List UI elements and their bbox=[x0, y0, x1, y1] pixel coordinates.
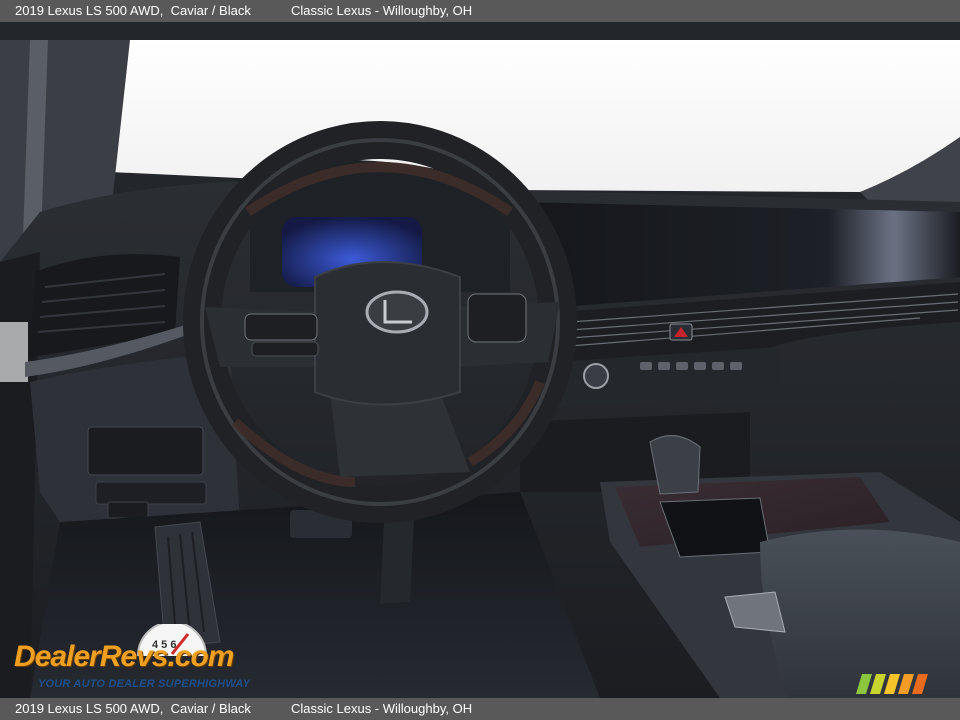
fuse-panel bbox=[87, 426, 204, 476]
vehicle-name-bottom: 2019 Lexus LS 500 AWD, bbox=[15, 701, 164, 716]
vehicle-name: 2019 Lexus LS 500 AWD, bbox=[15, 3, 164, 18]
vehicle-caption-bottom: 2019 Lexus LS 500 AWD, Caviar / Black bbox=[15, 698, 251, 720]
dealerrevs-wordmark: DealerRevs.com bbox=[14, 640, 234, 674]
lexus-emblem-icon bbox=[365, 290, 429, 334]
dealerrevs-tagline: YOUR AUTO DEALER SUPERHIGHWAY bbox=[38, 678, 251, 690]
interior-photo bbox=[0, 22, 960, 698]
dealer-caption: Classic Lexus - Willoughby, OH bbox=[291, 3, 473, 18]
armrest bbox=[760, 529, 960, 698]
bottom-caption-bar: 2019 Lexus LS 500 AWD, Caviar / Black Cl… bbox=[0, 698, 960, 720]
brand-name: DealerRevs.com bbox=[14, 640, 234, 673]
windshield bbox=[100, 40, 960, 192]
top-caption-bar: 2019 Lexus LS 500 AWD, Caviar / Black Cl… bbox=[0, 0, 960, 22]
speed-stripes-icon bbox=[856, 674, 928, 694]
vehicle-caption: 2019 Lexus LS 500 AWD, Caviar / Black bbox=[15, 0, 251, 22]
dealerrevs-watermark: 4 5 6 DealerRevs.com YOUR AUTO DEALER SU… bbox=[10, 622, 270, 694]
volume-knob bbox=[583, 363, 609, 389]
dealer-caption-bottom: Classic Lexus - Willoughby, OH bbox=[291, 701, 473, 716]
vehicle-color: Caviar / Black bbox=[170, 3, 251, 18]
dashboard-illustration bbox=[0, 40, 960, 698]
vehicle-color-bottom: Caviar / Black bbox=[170, 701, 251, 716]
